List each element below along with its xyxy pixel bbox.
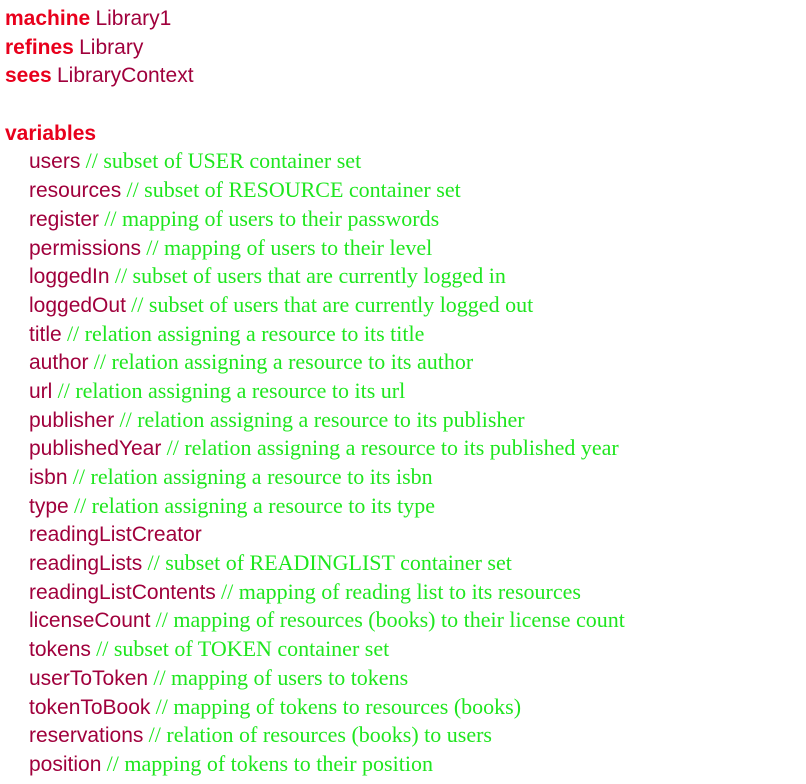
variable-comment: // mapping of users to their passwords: [104, 205, 440, 231]
variable-name: resources: [29, 179, 122, 203]
variable-comment: // relation assigning a resource to its …: [57, 377, 406, 403]
variable-line: licenseCount // mapping of resources (bo…: [5, 606, 803, 635]
variable-comment: // relation assigning a resource to its …: [93, 349, 474, 375]
variable-comment: // relation assigning a resource to its …: [73, 492, 436, 518]
variable-line: title // relation assigning a resource t…: [5, 320, 803, 349]
variable-comment: // mapping of tokens to their position: [106, 750, 433, 776]
variable-line: loggedIn // subset of users that are cur…: [5, 262, 803, 291]
variable-name: publisher: [29, 408, 115, 432]
refines-keyword: refines: [5, 35, 74, 59]
variable-name: loggedOut: [29, 293, 126, 317]
machine-line: machine Library1: [5, 4, 803, 33]
variable-name: reservations: [29, 724, 144, 748]
variable-line: loggedOut // subset of users that are cu…: [5, 291, 803, 320]
variable-name: loggedIn: [29, 265, 110, 289]
variable-name: position: [29, 752, 102, 776]
machine-keyword: machine: [5, 7, 91, 30]
sees-name: LibraryContext: [56, 64, 194, 88]
variable-name: type: [29, 494, 69, 518]
variables-keyword: variables: [5, 121, 97, 145]
variable-line: publishedYear // relation assigning a re…: [5, 434, 803, 463]
variable-comment: // subset of users that are currently lo…: [114, 263, 506, 289]
variable-line: readingLists // subset of READINGLIST co…: [5, 549, 803, 578]
variable-line: type // relation assigning a resource to…: [5, 492, 803, 521]
variable-comment: // mapping of users to their level: [146, 234, 433, 260]
variable-name: readingLists: [29, 552, 143, 576]
sees-line: sees LibraryContext: [5, 61, 803, 90]
variable-name: title: [29, 322, 62, 346]
variable-line: readingListCreator: [5, 520, 803, 549]
variable-line: reservations // relation of resources (b…: [5, 721, 803, 750]
sees-keyword: sees: [5, 64, 52, 88]
variable-comment: // subset of RESOURCE container set: [126, 177, 461, 203]
variable-line: position // mapping of tokens to their p…: [5, 750, 803, 779]
variables-list: users // subset of USER container set res…: [5, 147, 803, 778]
variable-comment: // relation assigning a resource to its …: [119, 406, 525, 432]
variable-line: permissions // mapping of users to their…: [5, 234, 803, 263]
variable-name: userToToken: [29, 666, 149, 690]
variable-name: author: [29, 351, 89, 375]
variable-name: tokens: [29, 638, 91, 662]
variable-name: url: [29, 379, 53, 403]
machine-name: Library1: [95, 7, 172, 30]
variable-name: readingListContents: [29, 580, 216, 604]
variable-name: users: [29, 150, 81, 174]
variable-name: readingListCreator: [29, 523, 202, 547]
variable-line: resources // subset of RESOURCE containe…: [5, 176, 803, 205]
variable-comment: // relation assigning a resource to its …: [72, 464, 433, 489]
variable-name: isbn: [29, 466, 68, 489]
variable-line: tokens // subset of TOKEN container set: [5, 635, 803, 664]
variable-name: publishedYear: [29, 437, 162, 461]
variable-line: tokenToBook // mapping of tokens to reso…: [5, 693, 803, 722]
variable-comment: // subset of USER container set: [85, 148, 362, 174]
variable-comment: // mapping of tokens to resources (books…: [155, 693, 522, 719]
variable-comment: // mapping of resources (books) to their…: [155, 607, 625, 633]
variable-line: publisher // relation assigning a resour…: [5, 406, 803, 435]
variable-comment: // subset of READINGLIST container set: [147, 550, 512, 576]
variable-line: register // mapping of users to their pa…: [5, 205, 803, 234]
variable-line: isbn // relation assigning a resource to…: [5, 463, 803, 492]
variable-comment: // relation of resources (books) to user…: [148, 722, 492, 748]
variable-comment: // relation assigning a resource to its …: [166, 435, 619, 461]
variables-line: variables: [5, 119, 803, 148]
variable-line: users // subset of USER container set: [5, 147, 803, 176]
variable-comment: // relation assigning a resource to its …: [66, 320, 425, 346]
variable-comment: // mapping of reading list to its resour…: [221, 578, 581, 604]
variable-comment: // subset of TOKEN container set: [96, 636, 390, 662]
variable-name: permissions: [29, 236, 142, 260]
variable-name: tokenToBook: [29, 695, 151, 719]
variable-line: url // relation assigning a resource to …: [5, 377, 803, 406]
event-b-machine-document: machine Library1 refines Library sees Li…: [5, 4, 803, 779]
variable-comment: // mapping of users to tokens: [153, 664, 409, 690]
variable-line: userToToken // mapping of users to token…: [5, 664, 803, 693]
variable-comment: // subset of users that are currently lo…: [131, 291, 534, 317]
refines-line: refines Library: [5, 33, 803, 62]
variable-line: readingListContents // mapping of readin…: [5, 578, 803, 607]
refines-name: Library: [79, 35, 144, 59]
variable-name: licenseCount: [29, 609, 151, 633]
variable-name: register: [29, 207, 100, 231]
variable-line: author // relation assigning a resource …: [5, 348, 803, 377]
